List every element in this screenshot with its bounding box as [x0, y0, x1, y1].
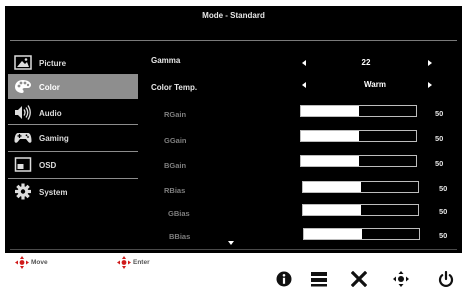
- title-divider: [10, 40, 457, 41]
- ggain-value: 50: [435, 134, 444, 143]
- sidebar-item-label: Gaming: [39, 134, 69, 143]
- gamma-value: 22: [361, 58, 371, 67]
- sidebar-item-label: Color: [39, 83, 60, 92]
- gear-icon: [15, 183, 31, 200]
- gamma-prev-arrow[interactable]: [302, 60, 306, 66]
- scroll-down-indicator: [228, 241, 234, 245]
- bgain-label: BGain: [164, 161, 187, 170]
- footer-divider: [10, 249, 457, 250]
- gamma-label: Gamma: [151, 56, 181, 65]
- enter-hint-label: Enter: [133, 259, 150, 266]
- osd-window-icon: [14, 157, 32, 172]
- sidebar-item-color[interactable]: Color: [8, 75, 138, 99]
- sidebar-item-osd[interactable]: OSD: [8, 153, 138, 177]
- dpad-icon: [117, 256, 131, 269]
- sidebar-item-system[interactable]: System: [8, 180, 138, 204]
- divider: [8, 151, 138, 152]
- rgain-value: 50: [435, 109, 444, 118]
- sidebar-item-label: Picture: [39, 59, 67, 68]
- rgain-slider-fill: [301, 106, 359, 116]
- bbias-label: BBias: [169, 232, 191, 241]
- info-icon[interactable]: [276, 271, 292, 287]
- move-hint-label: Move: [31, 259, 48, 266]
- close-icon[interactable]: [351, 271, 367, 287]
- ggain-slider-fill: [301, 131, 359, 141]
- dpad-icon: [15, 256, 29, 269]
- sidebar-item-label: Audio: [39, 109, 62, 118]
- sidebar-item-label: System: [39, 188, 68, 197]
- rbias-label: RBias: [164, 186, 186, 195]
- color-temp-label: Color Temp.: [151, 83, 198, 92]
- color-temp-value: Warm: [364, 80, 386, 89]
- sidebar-item-gaming[interactable]: Gaming: [8, 126, 138, 150]
- bbias-slider-fill: [304, 229, 362, 239]
- mode-title: Mode - Standard: [202, 11, 265, 20]
- gamepad-icon: [14, 133, 32, 143]
- gbias-label: GBias: [168, 209, 190, 218]
- color-temp-next-arrow[interactable]: [428, 82, 432, 88]
- bgain-slider[interactable]: [300, 155, 417, 167]
- menu-icon[interactable]: [311, 271, 327, 287]
- rgain-label: RGain: [164, 110, 187, 119]
- divider: [8, 178, 138, 179]
- rgain-slider[interactable]: [300, 105, 417, 117]
- sidebar-item-audio[interactable]: Audio: [8, 101, 138, 125]
- bgain-value: 50: [435, 159, 444, 168]
- palette-icon: [15, 80, 31, 93]
- bbias-value: 50: [439, 231, 448, 240]
- ggain-label: GGain: [164, 136, 187, 145]
- picture-icon: [14, 55, 32, 70]
- sidebar-item-label: OSD: [39, 161, 57, 170]
- sidebar-item-picture[interactable]: Picture: [8, 51, 138, 75]
- bbias-slider[interactable]: [303, 228, 420, 240]
- rbias-slider[interactable]: [302, 181, 419, 193]
- bgain-slider-fill: [301, 156, 359, 166]
- gbias-value: 50: [439, 207, 448, 216]
- navigate-icon[interactable]: [393, 271, 409, 287]
- ggain-slider[interactable]: [300, 130, 417, 142]
- rbias-slider-fill: [303, 182, 361, 192]
- power-icon[interactable]: [438, 271, 454, 287]
- divider: [8, 124, 138, 125]
- osd-menu: Mode - Standard Picture Color Audio Gami…: [5, 6, 462, 253]
- gbias-slider-fill: [303, 205, 361, 215]
- rbias-value: 50: [439, 184, 448, 193]
- gamma-next-arrow[interactable]: [428, 60, 432, 66]
- speaker-icon: [15, 105, 31, 120]
- color-temp-prev-arrow[interactable]: [302, 82, 306, 88]
- gbias-slider[interactable]: [302, 204, 419, 216]
